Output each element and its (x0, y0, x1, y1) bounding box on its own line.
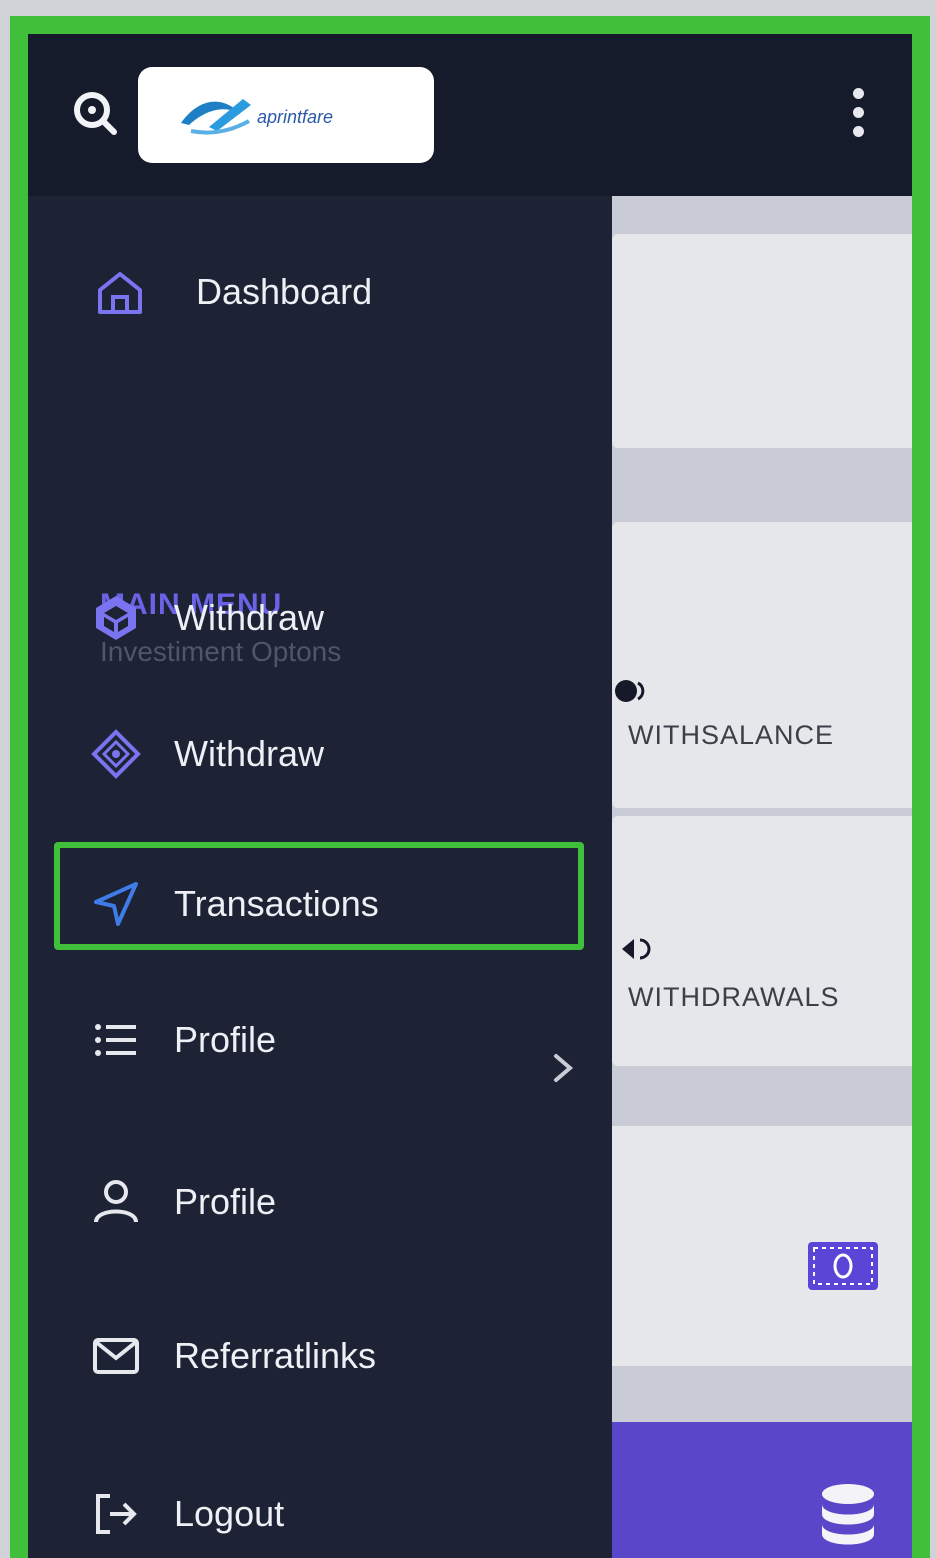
sidebar-item-referral[interactable]: Referratlinks (88, 1316, 588, 1396)
sidebar-item-label: Withdraw (174, 597, 325, 638)
card-balance[interactable] (612, 522, 912, 808)
home-icon (92, 264, 148, 320)
sidebar-item-profile-list[interactable]: Profile (88, 1000, 588, 1080)
stat-withdrawals-label: WITHDRAWALS (628, 982, 840, 1012)
user-icon (88, 1174, 144, 1230)
brand-logo[interactable]: aprintfare (138, 67, 434, 163)
brand-logo-icon: aprintfare (181, 99, 333, 135)
money-icon (808, 1242, 878, 1290)
sidebar-item-label: Dashboard (196, 271, 373, 312)
sidebar-item-label: Withdraw (174, 733, 325, 774)
more-options-icon[interactable] (846, 88, 870, 148)
sidebar-item-withdraw[interactable]: Withdraw (88, 578, 588, 658)
main-content (612, 196, 912, 1558)
top-bar: aprintfare (28, 34, 912, 196)
logout-icon (88, 1486, 144, 1542)
app-frame: aprintfare Dashboard MAIN MENU Investime… (10, 16, 930, 1558)
list-icon (88, 1012, 144, 1068)
card-funds[interactable] (612, 1126, 912, 1366)
sidebar-item-label: Transactions (174, 883, 379, 924)
sidebar-item-label: Profile (174, 1181, 277, 1222)
sidebar-item-label: Referratlinks (174, 1335, 377, 1376)
sidebar-item-label: Profile (174, 1019, 277, 1060)
diamond-icon (88, 726, 144, 782)
sidebar-item-withdraw-active[interactable]: Withdraw (88, 714, 588, 794)
sidebar-item-logout[interactable]: Logout (88, 1474, 588, 1554)
cube-icon (88, 590, 144, 646)
database-icon (822, 1484, 874, 1545)
sidebar-item-label: Logout (174, 1493, 285, 1534)
card-withdrawals[interactable] (612, 816, 912, 1066)
card-top (612, 234, 912, 448)
search-icon[interactable] (68, 86, 122, 140)
svg-text:aprintfare: aprintfare (257, 107, 333, 127)
sidebar-item-transactions[interactable]: Transactions (88, 864, 588, 944)
mail-icon (88, 1328, 144, 1384)
withdrawals-icon (622, 938, 651, 960)
sidebar-item-dashboard[interactable]: Dashboard (92, 252, 592, 332)
navigation-arrow-icon (88, 876, 144, 932)
balance-icon (615, 680, 645, 702)
sidebar: Dashboard MAIN MENU Investiment Optons W… (28, 196, 612, 1558)
stat-balance-label: WITHSALANCE (628, 720, 835, 750)
sidebar-item-profile[interactable]: Profile (88, 1162, 588, 1242)
